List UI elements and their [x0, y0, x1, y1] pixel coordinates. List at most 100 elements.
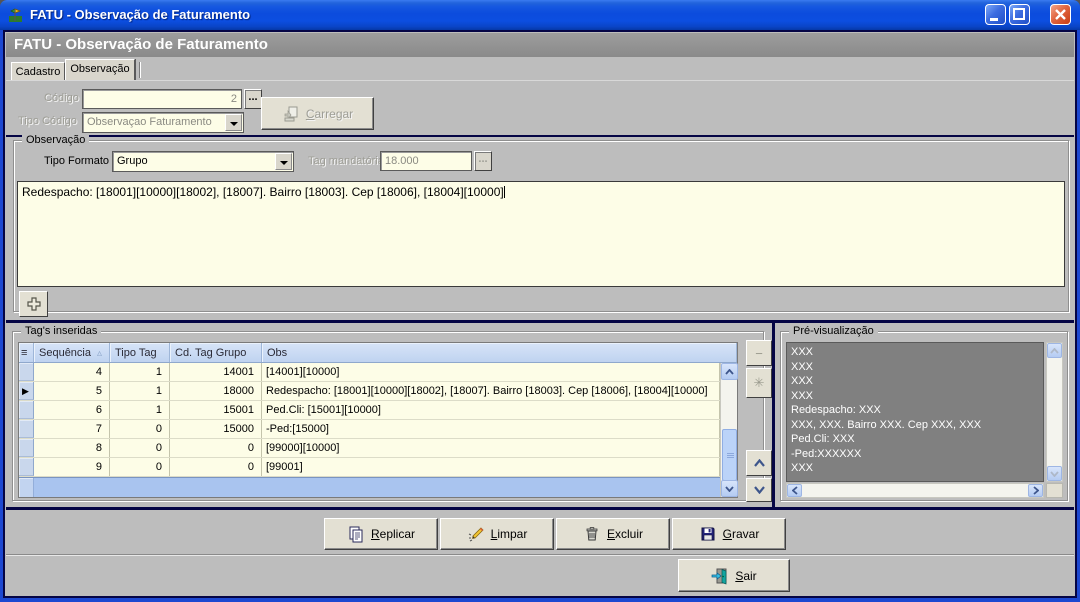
codigo-browse-button[interactable]: ...: [244, 89, 262, 109]
column-header-cd-tag-grupo[interactable]: Cd. Tag Grupo: [170, 343, 262, 362]
move-up-button[interactable]: [746, 450, 772, 476]
scroll-down-button[interactable]: [721, 480, 738, 497]
sair-label: Sair: [735, 569, 756, 583]
tipo-formato-value: Grupo: [117, 155, 148, 167]
limpar-button[interactable]: Limpar: [440, 518, 554, 550]
table-row[interactable]: 6115001Ped.Cli: [15001][10000]: [19, 401, 720, 420]
table-cell[interactable]: 8: [34, 439, 110, 457]
tipo-codigo-combo[interactable]: Observaçao Faturamento: [82, 112, 244, 133]
grid-new-row-bar[interactable]: [19, 477, 720, 497]
table-cell[interactable]: Ped.Cli: [15001][10000]: [262, 401, 720, 419]
table-cell[interactable]: 5: [34, 382, 110, 400]
minimize-button[interactable]: [985, 4, 1006, 25]
table-cell[interactable]: 0: [110, 420, 170, 438]
table-row[interactable]: 900[99001]: [19, 458, 720, 477]
table-cell[interactable]: 1: [110, 382, 170, 400]
table-cell[interactable]: 15001: [170, 401, 262, 419]
table-cell[interactable]: 18000: [170, 382, 262, 400]
header-marker-icon[interactable]: ≡: [19, 343, 34, 362]
preview-line: XXX, XXX. Bairro XXX. Cep XXX, XXX: [791, 418, 1043, 433]
table-cell[interactable]: 7: [34, 420, 110, 438]
gravar-button[interactable]: Gravar: [672, 518, 786, 550]
row-indicator[interactable]: [19, 363, 34, 381]
observacao-textarea[interactable]: Redespacho: [18001][10000][18002], [1800…: [17, 181, 1065, 287]
row-indicator[interactable]: [19, 439, 34, 457]
carregar-label: Carregar: [306, 107, 353, 121]
tab-separator: [139, 62, 140, 78]
row-indicator[interactable]: [19, 458, 34, 476]
copy-icon: [347, 525, 365, 543]
move-down-button[interactable]: [746, 478, 772, 502]
preview-vertical-scrollbar[interactable]: [1046, 342, 1063, 482]
scroll-up-button[interactable]: [1047, 343, 1062, 358]
grid-vertical-scrollbar[interactable]: [720, 363, 737, 497]
table-cell[interactable]: [14001][10000]: [262, 363, 720, 381]
observacao-group: Observação Tipo Formato Grupo Tag mandat…: [13, 140, 1069, 312]
window-title: FATU - Observação de Faturamento: [30, 7, 250, 22]
load-page-icon: [282, 105, 300, 123]
column-header-obs[interactable]: Obs: [262, 343, 737, 362]
maximize-button[interactable]: [1009, 4, 1030, 25]
table-cell[interactable]: [99001]: [262, 458, 720, 476]
delete-row-button[interactable]: −: [746, 340, 772, 366]
column-header-tipo-tag[interactable]: Tipo Tag: [110, 343, 170, 362]
tab-cadastro[interactable]: Cadastro: [11, 62, 65, 80]
table-cell[interactable]: -Ped:[15000]: [262, 420, 720, 438]
app-icon: [7, 6, 25, 24]
preview-line: XXX: [791, 374, 1043, 389]
tipo-formato-combo[interactable]: Grupo: [112, 151, 294, 172]
column-header-sequencia[interactable]: Sequência▵: [34, 343, 110, 362]
scroll-left-button[interactable]: [787, 484, 802, 497]
table-cell[interactable]: 1: [110, 401, 170, 419]
limpar-label: Limpar: [491, 527, 528, 541]
table-cell[interactable]: 6: [34, 401, 110, 419]
scrollbar-thumb[interactable]: [722, 429, 737, 481]
codigo-input[interactable]: 2: [82, 89, 242, 109]
tab-strip: Cadastro Observação: [7, 59, 1073, 80]
chevron-down-icon[interactable]: [275, 153, 292, 170]
table-cell[interactable]: 0: [170, 439, 262, 457]
scroll-up-button[interactable]: [721, 363, 738, 380]
table-row[interactable]: 4114001[14001][10000]: [19, 363, 720, 382]
text-caret: [504, 186, 505, 198]
preview-horizontal-scrollbar[interactable]: [786, 483, 1044, 498]
table-body: 4114001[14001][10000]▶5118000Redespacho:…: [19, 363, 720, 478]
table-row[interactable]: 7015000-Ped:[15000]: [19, 420, 720, 439]
table-cell[interactable]: 0: [110, 458, 170, 476]
row-indicator[interactable]: [19, 420, 34, 438]
row-indicator[interactable]: [19, 401, 34, 419]
table-cell[interactable]: 1: [110, 363, 170, 381]
table-cell[interactable]: Redespacho: [18001][10000][18002], [1800…: [262, 382, 720, 400]
tags-table: ≡ Sequência▵ Tipo Tag Cd. Tag Grupo Obs …: [18, 342, 738, 498]
table-cell[interactable]: 15000: [170, 420, 262, 438]
row-indicator[interactable]: ▶: [19, 382, 34, 400]
table-cell[interactable]: 0: [110, 439, 170, 457]
table-row[interactable]: ▶5118000Redespacho: [18001][10000][18002…: [19, 382, 720, 401]
chevron-down-icon[interactable]: [225, 114, 242, 131]
table-cell[interactable]: 14001: [170, 363, 262, 381]
split-divider: [772, 323, 775, 507]
scroll-down-button[interactable]: [1047, 466, 1062, 481]
close-button[interactable]: [1050, 4, 1071, 25]
replicar-button[interactable]: Replicar: [324, 518, 438, 550]
add-tag-button[interactable]: [19, 291, 48, 317]
tab-observacao[interactable]: Observação: [65, 59, 135, 80]
excluir-button[interactable]: Excluir: [556, 518, 670, 550]
preview-line: XXX: [791, 345, 1043, 360]
table-cell[interactable]: [99000][10000]: [262, 439, 720, 457]
title-bar[interactable]: FATU - Observação de Faturamento: [0, 0, 1080, 30]
insert-row-button[interactable]: ✳: [746, 368, 772, 398]
preview-line: XXX: [791, 461, 1043, 476]
carregar-button[interactable]: Carregar: [261, 97, 374, 130]
ellipsis-icon: ...: [248, 91, 257, 103]
table-cell[interactable]: 0: [170, 458, 262, 476]
bottom-split: Tag's inseridas ≡ Sequência▵ Tipo Tag Cd…: [6, 320, 1074, 510]
tag-mandatoria-input[interactable]: 18.000: [380, 151, 472, 171]
table-cell[interactable]: 4: [34, 363, 110, 381]
scroll-right-button[interactable]: [1028, 484, 1043, 497]
sair-button[interactable]: Sair: [678, 559, 790, 592]
tag-mandatoria-browse-button[interactable]: ...: [474, 151, 492, 171]
codigo-label: Código: [44, 92, 79, 106]
table-cell[interactable]: 9: [34, 458, 110, 476]
table-row[interactable]: 800[99000][10000]: [19, 439, 720, 458]
